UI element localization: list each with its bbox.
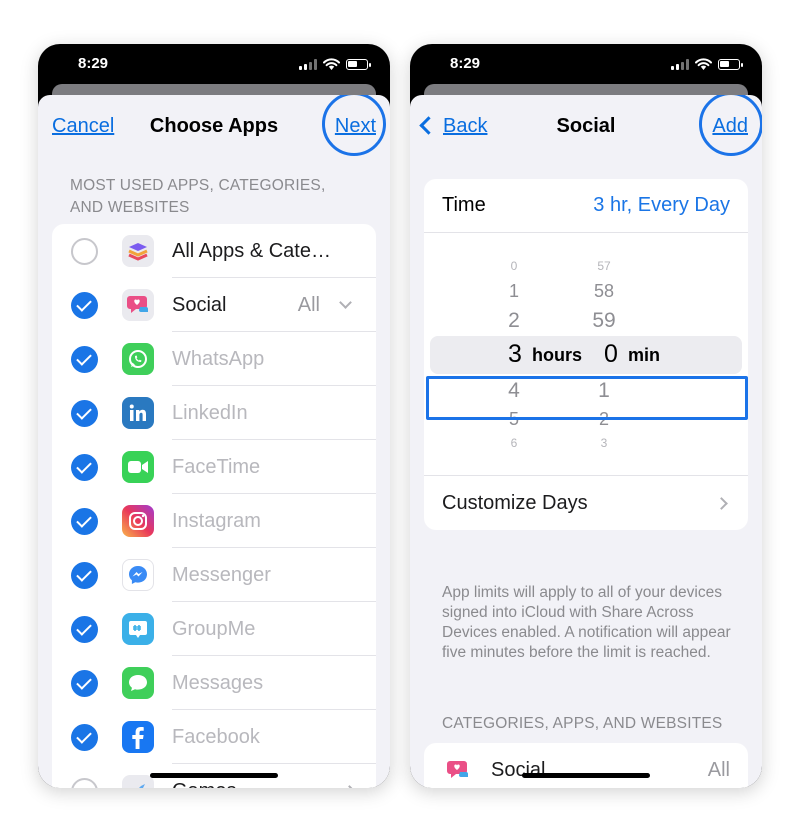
unchecked-circle-icon[interactable]	[71, 237, 98, 265]
next-highlight-ring	[322, 95, 386, 156]
messages-icon	[122, 667, 154, 699]
home-indicator	[522, 773, 650, 778]
detail-text: All	[297, 293, 320, 316]
stack-icon	[122, 235, 154, 267]
time-limit-card: Time 3 hr, Every Day 0 1 2 3 hours 4 5 6…	[424, 179, 748, 530]
section-header: CATEGORIES, APPS, AND WEBSITES	[442, 715, 723, 732]
list-item[interactable]: Messages	[52, 656, 376, 710]
list-item[interactable]: FaceTime	[52, 440, 376, 494]
battery-icon	[346, 58, 371, 70]
list-item-label: GroupMe	[172, 617, 256, 640]
list-item-label: Facebook	[172, 725, 260, 748]
cellular-signal-icon	[299, 58, 317, 70]
list-item-label: Instagram	[172, 509, 261, 532]
picker-hours-unit: hours	[532, 345, 583, 365]
checkmark-icon[interactable]	[71, 615, 98, 643]
nav-bar: Back Social Add	[410, 95, 762, 159]
list-item[interactable]: Facebook	[52, 710, 376, 764]
checkmark-icon[interactable]	[71, 399, 98, 427]
list-item[interactable]: GroupMe	[52, 602, 376, 656]
time-label: Time	[442, 194, 486, 216]
checkmark-icon[interactable]	[71, 345, 98, 373]
picker-minute[interactable]: 57	[584, 259, 624, 273]
games-icon	[122, 775, 154, 788]
picker-hour-selected[interactable]: 3	[508, 340, 522, 369]
add-highlight-ring	[699, 95, 762, 156]
phone-choose-apps: 8:29 Cancel Choose Apps Next MOST USED A…	[38, 44, 390, 788]
picker-hour[interactable]: 6	[494, 436, 534, 450]
category-label: Social	[491, 758, 546, 781]
list-item-label: WhatsApp	[172, 347, 265, 370]
status-time: 8:29	[78, 55, 109, 72]
time-value: 3 hr, Every Day	[593, 194, 730, 216]
choose-apps-sheet: Cancel Choose Apps Next MOST USED APPS, …	[38, 95, 390, 788]
social-chat-icon	[122, 289, 154, 321]
list-item[interactable]: WhatsApp	[52, 332, 376, 386]
checkmark-icon[interactable]	[71, 291, 98, 319]
list-item-label: Games	[172, 780, 336, 789]
unchecked-circle-icon[interactable]	[71, 777, 98, 788]
list-item[interactable]: Social All	[424, 743, 748, 788]
checkmark-icon[interactable]	[71, 507, 98, 535]
home-indicator	[150, 773, 278, 778]
facetime-icon	[122, 451, 154, 483]
picker-minute-selected[interactable]: 0	[604, 340, 618, 369]
list-item-label: Messenger	[172, 563, 271, 586]
linkedin-icon	[122, 397, 154, 429]
chevron-down-icon[interactable]	[339, 296, 352, 309]
list-item-label: All Apps & Categor...	[172, 239, 336, 262]
customize-days-label: Customize Days	[442, 491, 588, 514]
picker-minute[interactable]: 58	[584, 281, 624, 302]
picker-hour[interactable]: 1	[494, 281, 534, 302]
nav-bar: Cancel Choose Apps Next	[38, 95, 390, 159]
battery-icon	[718, 58, 743, 70]
checkmark-icon[interactable]	[71, 723, 98, 751]
wifi-icon	[323, 58, 340, 70]
time-row[interactable]: Time 3 hr, Every Day	[424, 179, 748, 233]
list-item[interactable]: LinkedIn	[52, 386, 376, 440]
wifi-icon	[695, 58, 712, 70]
checkmark-icon[interactable]	[71, 453, 98, 481]
category-card: Social All	[424, 743, 748, 788]
picker-minutes-unit: min	[628, 345, 661, 365]
status-time: 8:29	[450, 55, 481, 72]
section-header: MOST USED APPS, CATEGORIES, AND WEBSITES	[70, 177, 326, 216]
checkmark-icon[interactable]	[71, 669, 98, 697]
picker-highlight-box	[426, 376, 748, 420]
category-detail: All	[707, 758, 730, 781]
picker-hour[interactable]: 0	[494, 259, 534, 273]
list-item-label: Messages	[172, 671, 264, 694]
list-item-label: FaceTime	[172, 455, 261, 478]
time-picker[interactable]: 0 1 2 3 hours 4 5 6 57 58 59 0 min 1 2 3	[424, 233, 748, 476]
picker-minute[interactable]: 3	[584, 436, 624, 450]
picker-selection-band	[430, 336, 742, 374]
facebook-icon	[122, 721, 154, 753]
list-item[interactable]: Instagram	[52, 494, 376, 548]
picker-hour[interactable]: 2	[494, 309, 534, 333]
chevron-right-icon[interactable]	[343, 784, 356, 788]
social-limit-sheet: Back Social Add Time 3 hr, Every Day 0 1…	[410, 95, 762, 788]
phone-social-limit: 8:29 Back Social Add Time 3 hr, Every Da…	[410, 44, 762, 788]
app-list: All Apps & Categor... Social All WhatsAp…	[52, 224, 376, 788]
list-item[interactable]: Social All	[52, 278, 376, 332]
cellular-signal-icon	[671, 58, 689, 70]
whatsapp-icon	[122, 343, 154, 375]
list-item[interactable]: Messenger	[52, 548, 376, 602]
checkmark-icon[interactable]	[71, 561, 98, 589]
list-item[interactable]: All Apps & Categor...	[52, 224, 376, 278]
list-item-label: LinkedIn	[172, 401, 248, 424]
groupme-icon	[122, 613, 154, 645]
footnote-text: App limits will apply to all of your dev…	[442, 584, 731, 661]
customize-days-row[interactable]: Customize Days	[424, 476, 748, 530]
social-chat-icon	[442, 754, 474, 786]
chevron-right-icon[interactable]	[715, 496, 728, 510]
instagram-icon	[122, 505, 154, 537]
picker-minute[interactable]: 59	[584, 309, 624, 333]
messenger-icon	[122, 559, 154, 591]
